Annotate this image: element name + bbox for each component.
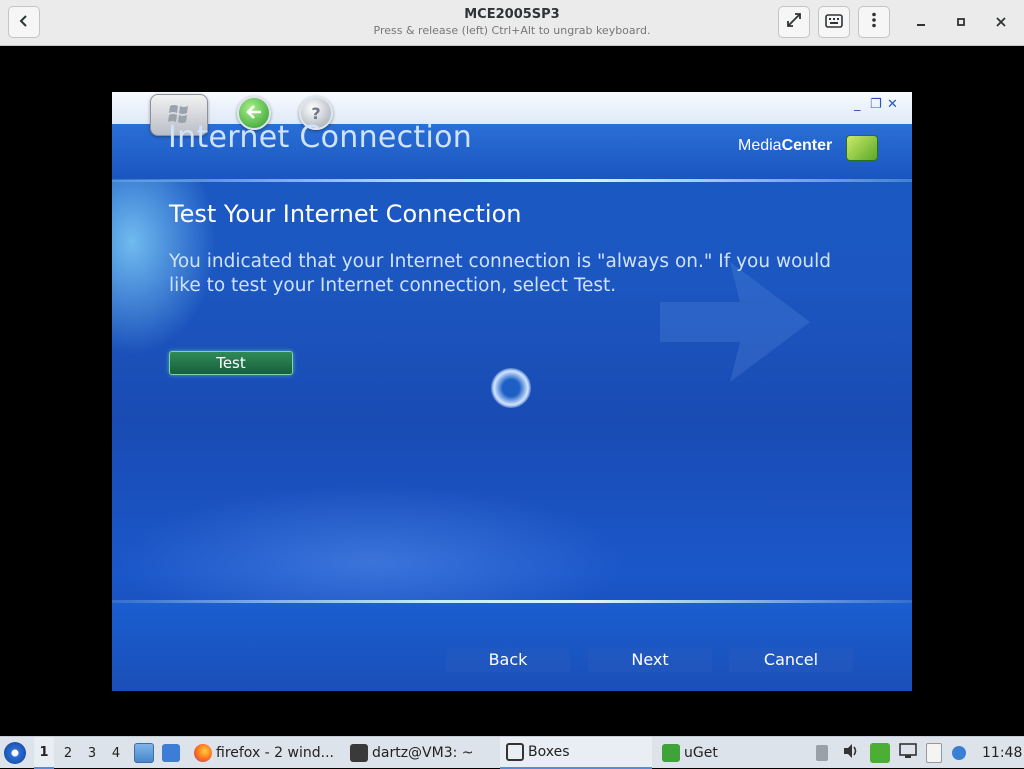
tray-upload-indicator[interactable] bbox=[816, 737, 828, 769]
media-center-flag-icon bbox=[846, 135, 878, 161]
firefox-icon bbox=[194, 744, 212, 762]
tray-uget[interactable] bbox=[870, 737, 890, 769]
header-divider bbox=[112, 179, 912, 182]
network-icon bbox=[898, 743, 918, 763]
volume-button[interactable] bbox=[842, 737, 860, 769]
minimize-button[interactable] bbox=[910, 12, 932, 34]
close-button[interactable] bbox=[990, 12, 1012, 34]
close-icon bbox=[996, 16, 1006, 31]
mc-close-button[interactable]: ✕ bbox=[887, 97, 898, 112]
fullscreen-icon bbox=[786, 12, 802, 32]
uget-tray-icon bbox=[870, 743, 890, 763]
description-text: You indicated that your Internet connect… bbox=[169, 250, 869, 298]
menu-button[interactable] bbox=[858, 6, 890, 38]
info-icon bbox=[952, 746, 966, 760]
notification-button[interactable] bbox=[952, 737, 966, 769]
task-firefox-label: firefox - 2 wind... bbox=[216, 745, 334, 761]
task-uget-label: uGet bbox=[684, 745, 718, 761]
desktop-icon bbox=[162, 744, 180, 762]
vm-display[interactable]: ? _ ❐ ✕ Internet Connection MediaCenter … bbox=[112, 92, 912, 691]
network-button[interactable] bbox=[898, 737, 918, 769]
task-uget[interactable]: uGet bbox=[662, 737, 802, 769]
boxes-icon bbox=[506, 743, 524, 761]
workspace-2[interactable]: 2 bbox=[58, 737, 78, 769]
test-button[interactable]: Test bbox=[169, 351, 293, 375]
taskbar: 1 2 3 4 firefox - 2 wind... dartz@VM3: ~… bbox=[0, 736, 1024, 769]
kebab-menu-icon bbox=[871, 12, 877, 32]
folder-icon bbox=[134, 743, 154, 763]
page-title: Internet Connection bbox=[168, 120, 473, 155]
mc-footer-band bbox=[112, 603, 912, 691]
task-terminal-label: dartz@VM3: ~ bbox=[372, 745, 474, 761]
keyboard-icon bbox=[825, 13, 843, 32]
boxes-header-bar: MCE2005SP3 Press & release (left) Ctrl+A… bbox=[0, 0, 1024, 46]
task-boxes-label: Boxes bbox=[528, 744, 570, 760]
desktop-launcher[interactable] bbox=[162, 737, 184, 769]
clock[interactable]: 11:48 bbox=[982, 737, 1022, 769]
description-line-2: like to test your Internet connection, s… bbox=[169, 275, 617, 296]
next-nav-button[interactable]: Next bbox=[588, 648, 712, 672]
logo-text-center: Center bbox=[781, 137, 833, 154]
loading-spinner-icon bbox=[491, 368, 531, 408]
terminal-icon bbox=[350, 744, 368, 762]
media-center-logo: MediaCenter bbox=[738, 137, 832, 155]
task-firefox[interactable]: firefox - 2 wind... bbox=[194, 737, 340, 769]
cancel-nav-button[interactable]: Cancel bbox=[729, 648, 853, 672]
maximize-button[interactable] bbox=[950, 12, 972, 34]
keyboard-button[interactable] bbox=[818, 6, 850, 38]
section-heading: Test Your Internet Connection bbox=[169, 200, 522, 228]
distro-logo-icon bbox=[4, 742, 26, 764]
fullscreen-button[interactable] bbox=[778, 6, 810, 38]
workspace-4[interactable]: 4 bbox=[106, 737, 126, 769]
task-boxes[interactable]: Boxes bbox=[500, 737, 652, 769]
workspace-3[interactable]: 3 bbox=[82, 737, 102, 769]
mc-minimize-button[interactable]: _ bbox=[854, 97, 861, 112]
mc-restore-button[interactable]: ❐ bbox=[870, 97, 882, 112]
maximize-icon bbox=[956, 16, 966, 31]
description-line-1: You indicated that your Internet connect… bbox=[169, 251, 832, 272]
task-terminal[interactable]: dartz@VM3: ~ bbox=[350, 737, 490, 769]
file-manager-launcher[interactable] bbox=[134, 737, 158, 769]
app-menu-button[interactable] bbox=[4, 737, 26, 769]
clipboard-icon bbox=[926, 743, 942, 763]
upload-icon bbox=[816, 745, 828, 761]
workspace-1[interactable]: 1 bbox=[34, 737, 54, 769]
volume-icon bbox=[842, 743, 860, 763]
clipboard-button[interactable] bbox=[926, 737, 942, 769]
minimize-icon bbox=[916, 16, 926, 31]
logo-text-media: Media bbox=[738, 137, 782, 154]
back-nav-button[interactable]: Back bbox=[446, 648, 570, 672]
uget-icon bbox=[662, 744, 680, 762]
